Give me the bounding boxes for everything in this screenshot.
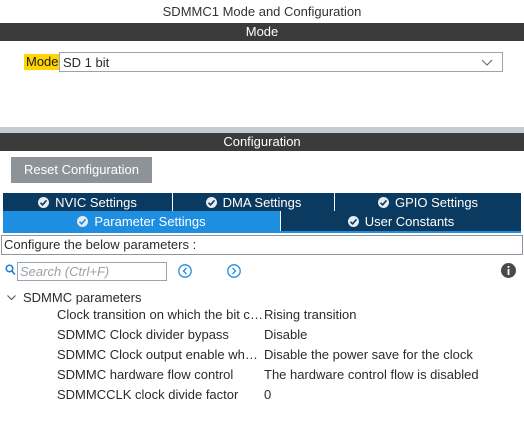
parameter-name: SDMMC Clock output enable when t... xyxy=(57,347,263,362)
check-circle-icon xyxy=(347,215,359,227)
mode-label: Mode xyxy=(24,54,61,70)
parameter-row[interactable]: SDMMCCLK clock divide factor 0 xyxy=(0,385,524,405)
parameter-value[interactable]: The hardware control flow is disabled xyxy=(264,365,479,385)
mode-row: Mode xyxy=(24,52,61,72)
parameter-name: SDMMCCLK clock divide factor xyxy=(57,387,239,402)
parameter-value[interactable]: Disable xyxy=(264,325,307,345)
check-circle-icon xyxy=(38,196,50,208)
tab-label: DMA Settings xyxy=(222,194,302,210)
chevron-down-icon[interactable] xyxy=(6,292,17,303)
mode-section-header: Mode xyxy=(0,23,524,41)
group-label: SDMMC parameters xyxy=(23,289,142,305)
tab-underline xyxy=(3,231,521,233)
parameter-row[interactable]: SDMMC Clock output enable when t... Disa… xyxy=(0,345,524,365)
mode-select[interactable]: SD 1 bit xyxy=(59,52,503,72)
check-circle-icon xyxy=(205,196,217,208)
tab-label: GPIO Settings xyxy=(394,194,479,210)
tab-label: Parameter Settings xyxy=(94,213,206,229)
parameter-value[interactable]: 0 xyxy=(264,385,271,405)
parameter-name: SDMMC hardware flow control xyxy=(57,367,234,382)
window-title: SDMMC1 Mode and Configuration xyxy=(162,4,362,19)
tab-label: NVIC Settings xyxy=(55,194,137,210)
tab-nvic-settings[interactable]: NVIC Settings xyxy=(3,193,173,211)
parameter-group-header[interactable]: SDMMC parameters xyxy=(6,289,141,305)
parameter-row[interactable]: Clock transition on which the bit captu … xyxy=(0,305,524,325)
reset-configuration-button[interactable]: Reset Configuration xyxy=(11,157,152,183)
parameter-name: Clock transition on which the bit captu xyxy=(57,307,263,322)
check-circle-icon xyxy=(377,196,389,208)
parameter-value[interactable]: Disable the power save for the clock xyxy=(264,345,473,365)
tab-parameter-settings[interactable]: Parameter Settings xyxy=(3,211,281,231)
check-circle-icon xyxy=(77,215,89,227)
mode-select-value: SD 1 bit xyxy=(63,54,110,70)
search-input[interactable]: Search (Ctrl+F) xyxy=(17,262,167,281)
search-row: Search (Ctrl+F) xyxy=(5,262,520,281)
info-icon[interactable] xyxy=(500,262,517,279)
parameter-value[interactable]: Rising transition xyxy=(264,305,357,325)
next-match-icon[interactable] xyxy=(226,263,242,279)
tab-user-constants[interactable]: User Constants xyxy=(281,211,521,231)
tab-row-top: NVIC Settings DMA Settings GPIO Settings xyxy=(3,193,521,211)
config-section-header: Configuration xyxy=(0,127,524,151)
configure-instructions: Configure the below parameters : xyxy=(1,235,523,255)
tab-row-bottom: Parameter Settings User Constants xyxy=(3,211,521,231)
parameter-row[interactable]: SDMMC Clock divider bypass Disable xyxy=(0,325,524,345)
chevron-down-icon xyxy=(481,59,493,66)
parameter-name: SDMMC Clock divider bypass xyxy=(57,327,229,342)
search-icon xyxy=(5,264,16,276)
tab-gpio-settings[interactable]: GPIO Settings xyxy=(335,193,521,211)
previous-match-icon[interactable] xyxy=(177,263,193,279)
parameter-row[interactable]: SDMMC hardware flow control The hardware… xyxy=(0,365,524,385)
tab-dma-settings[interactable]: DMA Settings xyxy=(173,193,335,211)
tab-label: User Constants xyxy=(364,213,455,229)
